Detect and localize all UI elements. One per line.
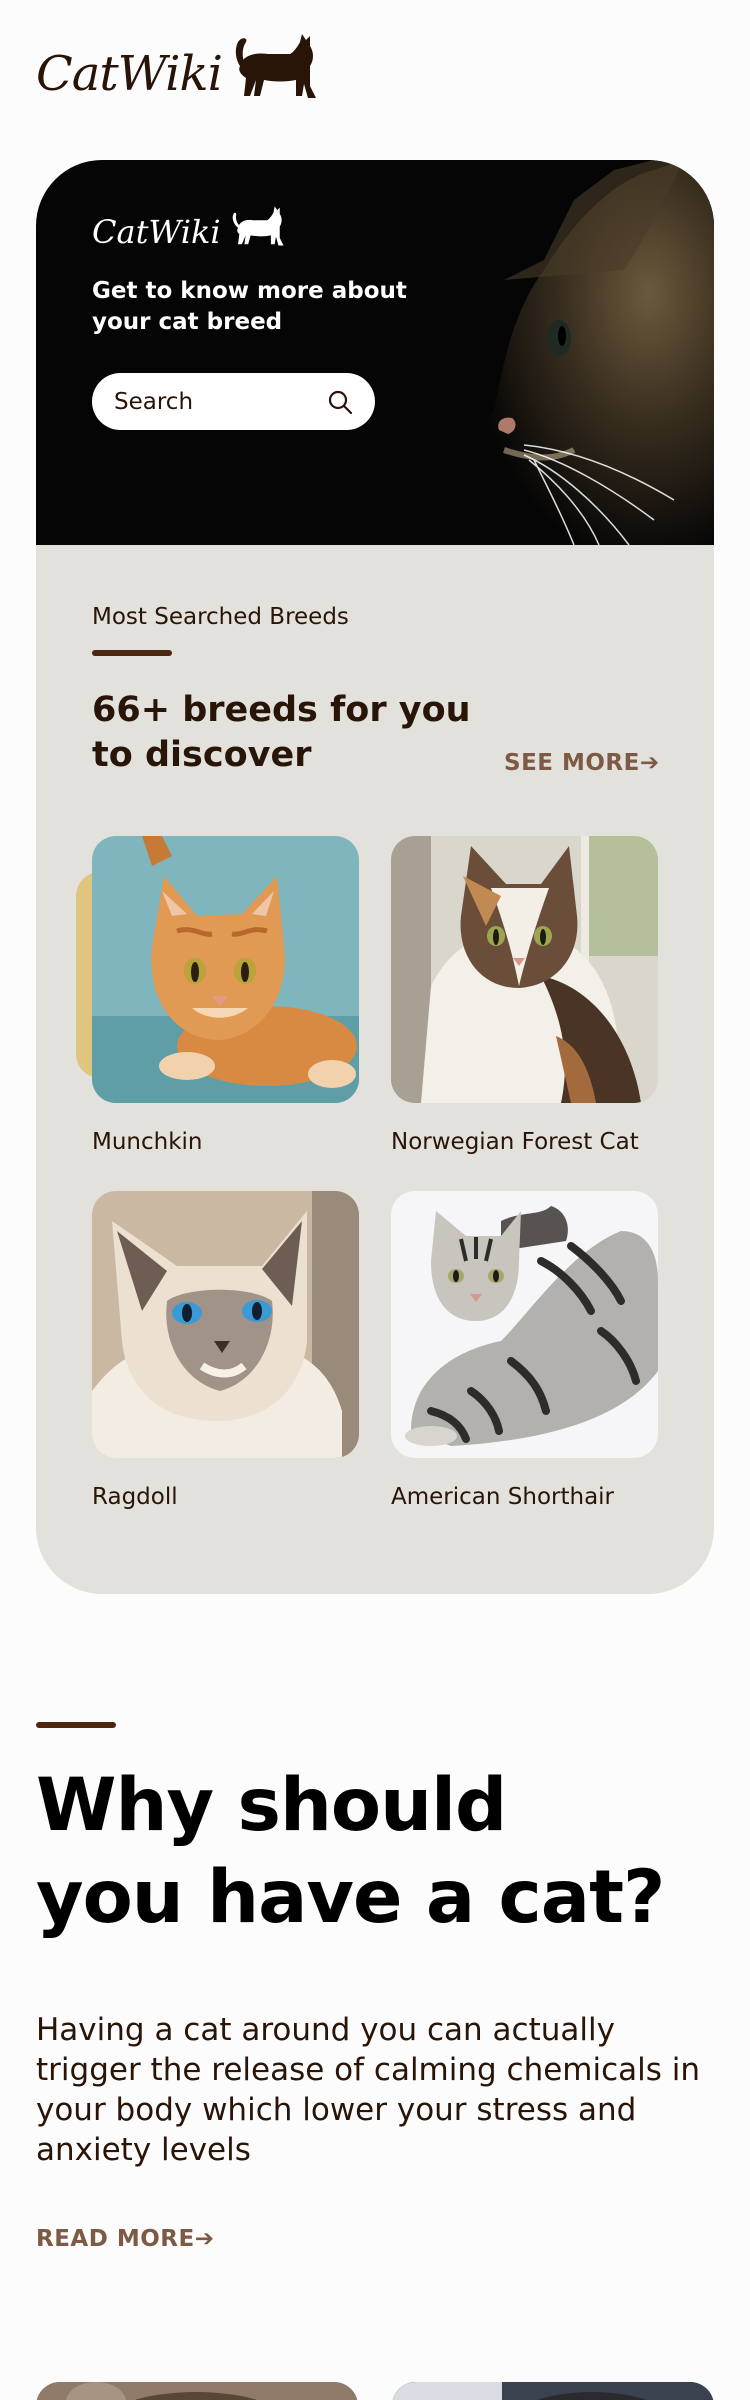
hero-logo: CatWiki [92, 200, 285, 248]
hero-logo-text: CatWiki [92, 213, 221, 251]
breed-name: American Shorthair [391, 1484, 615, 1510]
cat-silhouette-icon [235, 34, 316, 98]
breed-card-munchkin[interactable]: Munchkin [92, 836, 359, 1155]
why-heading: Why should you have a cat? [36, 1763, 665, 1940]
arrow-right-icon: ➔ [194, 2226, 215, 2252]
read-more-label: READ MORE [36, 2226, 195, 2252]
breed-card-norwegian-forest-cat[interactable]: Norwegian Forest Cat [391, 836, 658, 1155]
cat-photo-1 [36, 2382, 358, 2400]
see-more-link[interactable]: SEE MORE➔ [504, 750, 660, 776]
section-underline [36, 1722, 116, 1728]
site-logo[interactable]: CatWiki [36, 26, 320, 98]
search-input[interactable]: Search [92, 373, 375, 430]
see-more-label: SEE MORE [504, 750, 640, 776]
read-more-link[interactable]: READ MORE➔ [36, 2226, 214, 2252]
cat-photo-2-image [392, 2382, 714, 2400]
logo-text: CatWiki [36, 46, 223, 102]
why-description: Having a cat around you can actually tri… [36, 2012, 701, 2168]
search-icon[interactable] [327, 389, 353, 415]
section-underline [92, 650, 172, 656]
ragdoll-photo [92, 1191, 359, 1458]
munchkin-photo [92, 836, 359, 1103]
cat-silhouette-icon [232, 206, 284, 246]
breed-name: Ragdoll [92, 1484, 178, 1510]
cat-photo-1-image [36, 2382, 358, 2400]
breed-name: Norwegian Forest Cat [391, 1129, 639, 1155]
breeds-heading: 66+ breeds for you to discover [92, 690, 471, 775]
hero-cat-photo [384, 160, 714, 545]
breed-name: Munchkin [92, 1129, 203, 1155]
breed-card-ragdoll[interactable]: Ragdoll [92, 1191, 359, 1510]
arrow-right-icon: ➔ [639, 750, 660, 776]
hero-tagline: Get to know more about your cat breed [92, 278, 407, 335]
breed-card-american-shorthair[interactable]: American Shorthair [391, 1191, 658, 1510]
hero-card: CatWiki Get to know more about your cat … [36, 160, 714, 1594]
american-shorthair-photo [391, 1191, 658, 1458]
norwegian-forest-cat-photo [391, 836, 658, 1103]
hero-banner: CatWiki Get to know more about your cat … [36, 160, 714, 545]
section-label: Most Searched Breeds [92, 604, 349, 630]
cat-photo-2 [392, 2382, 714, 2400]
search-placeholder: Search [114, 388, 194, 415]
